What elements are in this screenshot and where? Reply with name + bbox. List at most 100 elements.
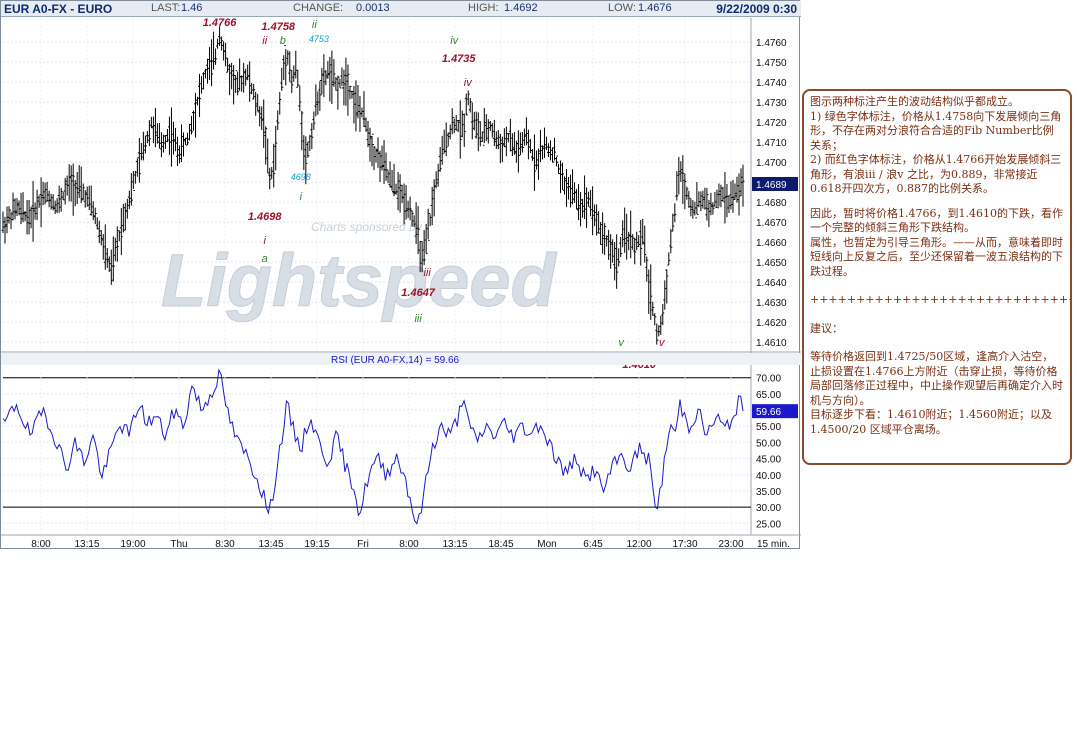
price-bar [370,133,374,167]
price-bar [567,176,571,200]
price-bar [75,171,79,205]
price-bar [171,121,175,155]
price-bar [396,171,400,211]
price-bar [494,131,498,150]
rsi-series-line [2,368,744,525]
price-bar [641,218,645,245]
price-tick-label: 1.4620 [756,318,787,329]
price-bar [145,130,149,144]
price-bar [348,85,352,100]
price-bar [428,213,432,227]
price-bar [270,167,274,179]
price-tick-label: 1.4630 [756,298,787,309]
price-bar [444,122,448,157]
price-bar [183,137,187,145]
rsi-tick-label: 45.00 [756,455,781,466]
price-bar [143,135,147,154]
price-bar [362,91,366,127]
wave-label: ii [312,19,317,31]
note-line: 目标逐步下看：1.4610附近；1.4560附近；以及1.4500/20 区域平… [810,408,1052,436]
price-bar [717,183,721,209]
price-bar [55,198,59,214]
price-bar [448,124,452,140]
price-bar [153,107,157,148]
time-tick-label: 13:15 [442,539,467,550]
price-bar [689,198,693,217]
last-price-label: 1.4689 [756,180,787,191]
wave-label: 4698 [291,172,311,182]
price-bar [117,230,121,242]
price-bar [366,120,370,148]
price-bar [727,195,731,214]
price-bar [300,111,304,151]
price-bar [308,134,312,152]
price-bar [139,142,143,161]
sponsor-text: Charts sponsored by [311,220,423,234]
price-bar [256,93,260,113]
price-bar [587,191,591,207]
price-bar [159,132,163,158]
price-bar [292,65,296,82]
price-bar [526,129,530,160]
price-bar [655,323,659,345]
price-bar [196,96,200,106]
wave-label: a [262,253,268,265]
price-bar [288,51,292,82]
price-bar [623,207,627,253]
price-bar [109,249,113,285]
price-bar [591,186,595,236]
price-bar [464,93,468,116]
price-bar [402,183,406,225]
price-bar [575,189,579,210]
note-separator: +++++++++++++++++++++++++++++++ [810,293,1072,306]
price-bar [480,131,484,142]
price-bar [242,62,246,93]
price-bar [11,192,15,221]
price-tick-label: 1.4680 [756,198,787,209]
price-bar [9,209,13,230]
price-bar [95,217,99,230]
wave-label: iv [464,77,473,89]
price-bar [228,63,232,96]
price-bar [21,192,25,223]
price-bar [83,189,87,208]
time-tick-label: 8:30 [215,539,235,550]
sponsor-logo: Lightspeed [161,239,557,322]
price-bar [613,242,617,281]
price-bar [378,150,382,183]
price-bar [260,106,264,130]
wave-label: 4753 [309,34,329,44]
price-bar [198,73,202,118]
price-bar [101,234,105,260]
price-bar [735,176,739,203]
rsi-tick-label: 50.00 [756,438,781,449]
price-bar [607,229,611,260]
price-bar [318,80,322,111]
price-bar [179,124,183,163]
price-bar [446,132,450,147]
price-bar [731,179,735,213]
price-bar [161,134,165,153]
price-bar [328,56,332,102]
price-bar [709,192,713,216]
price-bar [627,231,631,251]
price-bar [354,80,358,132]
rsi-tick-label: 25.00 [756,519,781,530]
wave-label: v [618,337,625,349]
note-line: 属性，也暂定为引导三角形。——从而，意味着即时短线向上反复之后，至少还保留着一波… [810,235,1063,278]
wave-label: ii [262,35,267,47]
price-bar [127,190,131,210]
price-bar [522,128,526,146]
price-bar [721,186,725,202]
price-bar [99,230,103,246]
price-bar [715,189,719,208]
price-bar [550,147,554,163]
price-bar [284,45,288,86]
price-bar [506,133,510,143]
price-bar [340,67,344,89]
price-tick-label: 1.4670 [756,218,787,229]
price-tick-label: 1.4750 [756,58,787,69]
price-bar [238,58,242,91]
price-bar [536,148,540,180]
rsi-tick-label: 55.00 [756,422,781,433]
